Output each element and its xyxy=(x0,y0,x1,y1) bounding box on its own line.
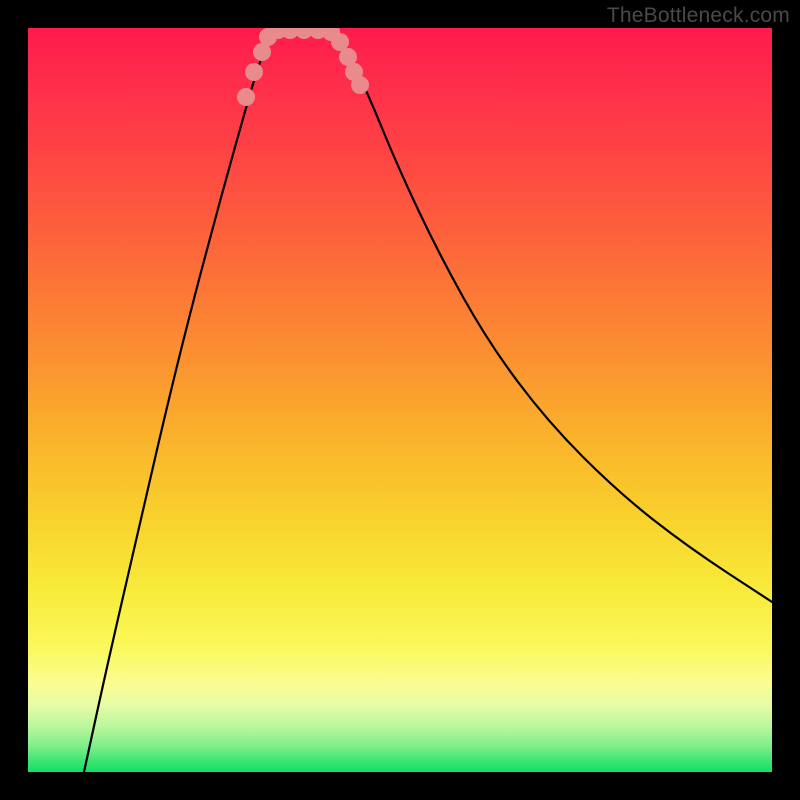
curve-layer xyxy=(28,28,772,772)
chart-frame: TheBottleneck.com xyxy=(0,0,800,800)
marker-dot xyxy=(237,88,255,106)
curve-markers xyxy=(237,28,369,106)
watermark-text: TheBottleneck.com xyxy=(607,4,790,28)
marker-dot xyxy=(351,76,369,94)
main-curve xyxy=(84,29,772,772)
plot-area xyxy=(28,28,772,772)
marker-dot xyxy=(245,63,263,81)
